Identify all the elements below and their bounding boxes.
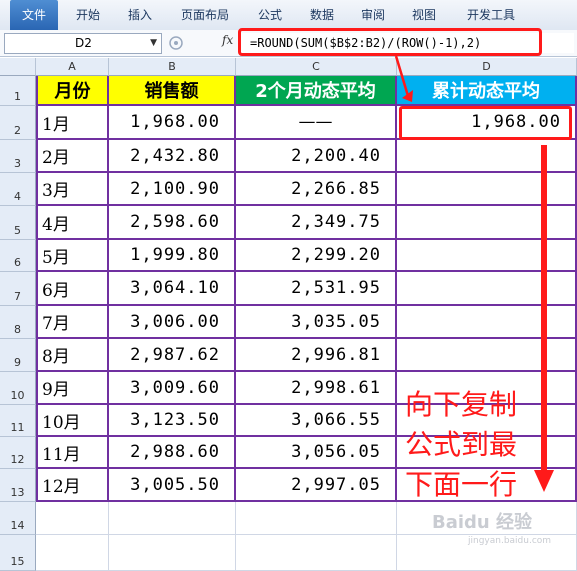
row-header[interactable]: 5	[0, 206, 36, 240]
cell-avg2[interactable]: 2,266.85	[236, 173, 397, 206]
column-header-c[interactable]: C	[236, 58, 397, 76]
row-header[interactable]: 9	[0, 339, 36, 372]
cell-cum[interactable]	[397, 339, 577, 372]
column-header-b[interactable]: B	[109, 58, 236, 76]
row-header[interactable]: 12	[0, 437, 36, 469]
cell-cum[interactable]	[397, 140, 577, 173]
column-header-a[interactable]: A	[36, 58, 109, 76]
d2-highlight-box	[399, 106, 572, 140]
cell-c14[interactable]	[236, 502, 397, 535]
cell-avg2[interactable]: 3,056.05	[236, 437, 397, 469]
cell-avg2[interactable]: 2,531.95	[236, 272, 397, 306]
cell-c15[interactable]	[236, 535, 397, 571]
cell-avg2[interactable]: 2,998.61	[236, 372, 397, 405]
cell-month[interactable]: 12月	[36, 469, 109, 502]
cell-sales[interactable]: 3,064.10	[109, 272, 236, 306]
cell-month[interactable]: 3月	[36, 173, 109, 206]
row-header[interactable]: 10	[0, 372, 36, 405]
chevron-down-icon[interactable]: ▼	[80, 34, 157, 53]
baidu-watermark: Baidu 经验	[432, 512, 533, 533]
annotation-line: 公式到最	[405, 428, 518, 461]
cell-a15[interactable]	[36, 535, 109, 571]
formula-highlight-box	[238, 28, 542, 56]
row-header[interactable]: 1	[0, 76, 36, 106]
fx-icon[interactable]: fx	[222, 33, 233, 47]
tab-view[interactable]: 视图	[404, 0, 444, 30]
cell-a14[interactable]	[36, 502, 109, 535]
row-header[interactable]: 6	[0, 240, 36, 272]
name-box[interactable]: D2 ▼	[4, 33, 162, 54]
cell-month[interactable]: 2月	[36, 140, 109, 173]
tab-review[interactable]: 审阅	[353, 0, 393, 30]
annotation-line: 下面一行	[405, 468, 518, 501]
cell-avg2[interactable]: 2,299.20	[236, 240, 397, 272]
cell-month[interactable]: 1月	[36, 106, 109, 140]
row-header[interactable]: 11	[0, 405, 36, 437]
cell-month[interactable]: 11月	[36, 437, 109, 469]
cell-avg2[interactable]: 2,200.40	[236, 140, 397, 173]
header-cum[interactable]: 累计动态平均	[397, 76, 577, 106]
row-header[interactable]: 4	[0, 173, 36, 206]
cell-month[interactable]: 8月	[36, 339, 109, 372]
cell-sales[interactable]: 1,968.00	[109, 106, 236, 140]
formula-bar-grip-icon	[169, 36, 183, 50]
tab-home[interactable]: 开始	[66, 0, 110, 30]
tab-formulas[interactable]: 公式	[250, 0, 290, 30]
cell-avg2[interactable]: 2,996.81	[236, 339, 397, 372]
cell-avg2[interactable]: 2,997.05	[236, 469, 397, 502]
cell-sales[interactable]: 2,598.60	[109, 206, 236, 240]
cell-sales[interactable]: 1,999.80	[109, 240, 236, 272]
cell-month[interactable]: 10月	[36, 405, 109, 437]
cell-avg2[interactable]: ——	[236, 106, 397, 140]
row-header[interactable]: 7	[0, 272, 36, 306]
ribbon-tabs: 文件 开始 插入 页面布局 公式 数据 审阅 视图 开发工具	[0, 0, 577, 31]
cell-month[interactable]: 6月	[36, 272, 109, 306]
row-header[interactable]: 14	[0, 502, 36, 535]
cell-month[interactable]: 4月	[36, 206, 109, 240]
header-sales[interactable]: 销售额	[109, 76, 236, 106]
cell-avg2[interactable]: 3,035.05	[236, 306, 397, 339]
row-header[interactable]: 3	[0, 140, 36, 173]
cell-avg2[interactable]: 3,066.55	[236, 405, 397, 437]
cell-month[interactable]: 9月	[36, 372, 109, 405]
cell-sales[interactable]: 2,987.62	[109, 339, 236, 372]
cell-b15[interactable]	[109, 535, 236, 571]
cell-month[interactable]: 7月	[36, 306, 109, 339]
tab-insert[interactable]: 插入	[118, 0, 162, 30]
cell-sales[interactable]: 3,006.00	[109, 306, 236, 339]
annotation-line: 向下复制	[405, 388, 518, 421]
cell-cum[interactable]	[397, 173, 577, 206]
tab-developer[interactable]: 开发工具	[456, 0, 526, 30]
row-header[interactable]: 8	[0, 306, 36, 339]
row-header[interactable]: 2	[0, 106, 36, 140]
cell-b14[interactable]	[109, 502, 236, 535]
header-avg2[interactable]: 2个月动态平均	[236, 76, 397, 106]
cell-sales[interactable]: 3,123.50	[109, 405, 236, 437]
cell-sales[interactable]: 3,005.50	[109, 469, 236, 502]
cell-sales[interactable]: 2,988.60	[109, 437, 236, 469]
header-month[interactable]: 月份	[36, 76, 109, 106]
cell-cum[interactable]	[397, 206, 577, 240]
cell-cum[interactable]	[397, 272, 577, 306]
cell-sales[interactable]: 3,009.60	[109, 372, 236, 405]
row-header[interactable]: 15	[0, 535, 36, 571]
cell-cum[interactable]	[397, 240, 577, 272]
select-all-corner[interactable]	[0, 58, 36, 76]
tab-file[interactable]: 文件	[10, 0, 58, 30]
baidu-watermark-url: jingyan.baidu.com	[468, 536, 552, 546]
tab-data[interactable]: 数据	[302, 0, 342, 30]
cell-month[interactable]: 5月	[36, 240, 109, 272]
cell-cum[interactable]	[397, 306, 577, 339]
annotation-text: 向下复制 公式到最 下面一行	[405, 385, 555, 505]
tab-page-layout[interactable]: 页面布局	[172, 0, 238, 30]
cell-sales[interactable]: 2,100.90	[109, 173, 236, 206]
column-header-d[interactable]: D	[397, 58, 577, 76]
row-header[interactable]: 13	[0, 469, 36, 502]
cell-sales[interactable]: 2,432.80	[109, 140, 236, 173]
cell-avg2[interactable]: 2,349.75	[236, 206, 397, 240]
